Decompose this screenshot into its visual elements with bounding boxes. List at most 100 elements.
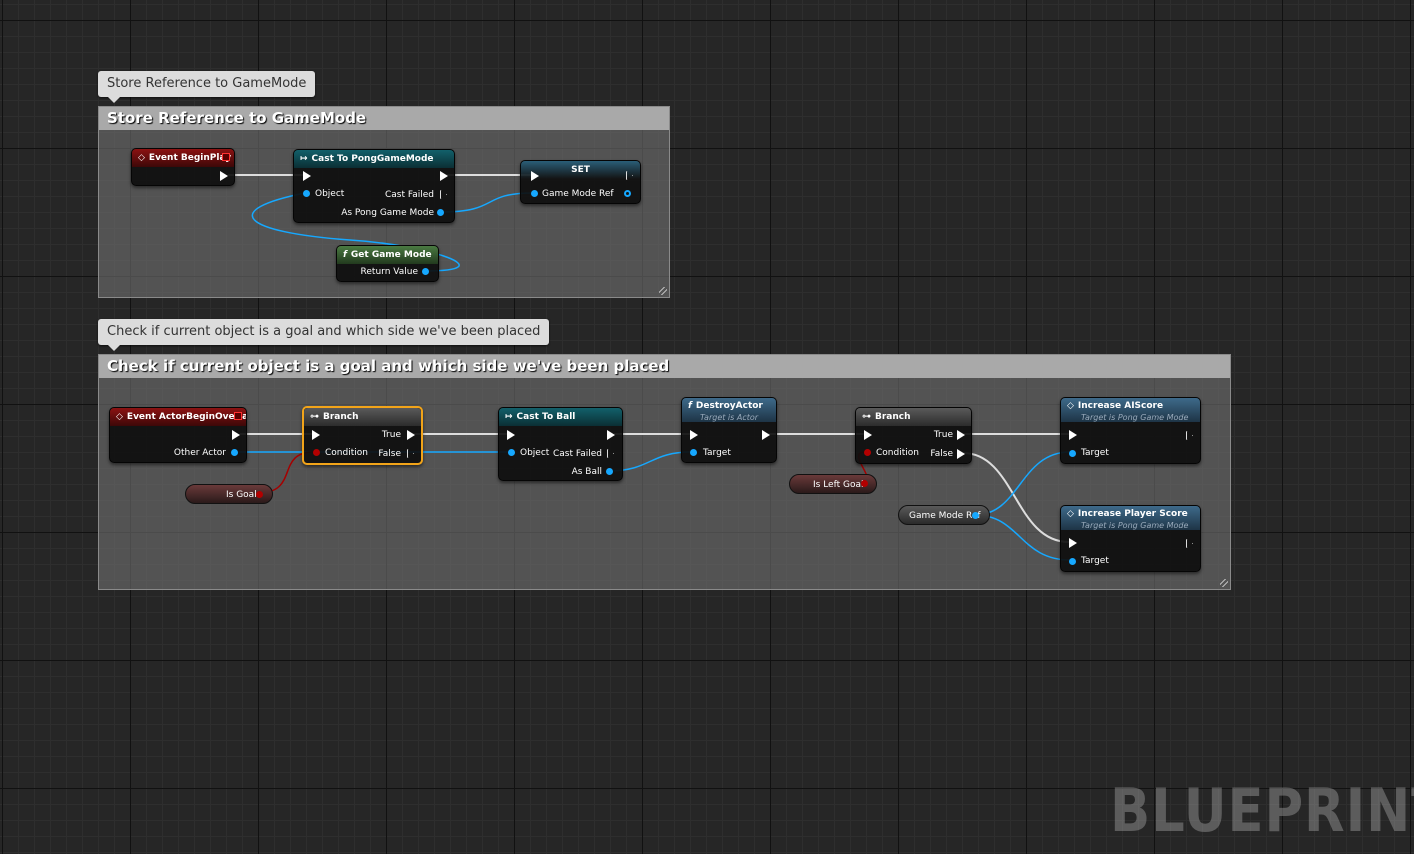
delegate-pin-icon[interactable] — [222, 153, 230, 161]
exec-in-pin[interactable] — [303, 171, 311, 181]
as-ball-out-pin[interactable] — [606, 468, 613, 475]
exec-out-pin[interactable] — [607, 430, 615, 440]
delegate-pin-icon[interactable] — [234, 412, 242, 420]
node-title: Cast To PongGameMode — [311, 154, 434, 164]
true-exec-out-pin[interactable] — [407, 430, 415, 440]
event-begin-play-node[interactable]: ◇ Event BeginPlay — [131, 148, 235, 186]
return-value-out-pin[interactable] — [422, 268, 429, 275]
node-title: Cast To Ball — [516, 412, 576, 422]
cast-icon: ↦ — [505, 412, 513, 422]
pin-label-cast-failed: Cast Failed — [553, 449, 602, 459]
pin-label-return-value: Return Value — [360, 267, 418, 277]
node-header[interactable]: ◇ Event ActorBeginOverlap — [110, 408, 246, 426]
node-title: Get Game Mode — [350, 250, 432, 260]
pin-label-as-ball: As Ball — [571, 467, 602, 477]
blueprint-watermark: BLUEPRINT — [1110, 776, 1414, 846]
node-title: DestroyActor — [695, 401, 763, 411]
node-title: Increase AIScore — [1077, 401, 1164, 411]
node-title: Increase Player Score — [1077, 509, 1188, 519]
node-header[interactable]: f DestroyActor Target is Actor — [682, 398, 776, 422]
node-header[interactable]: f Get Game Mode — [337, 246, 438, 264]
cast-to-ball-node[interactable]: ↦ Cast To Ball Object Cast Failed As Ball — [498, 407, 623, 481]
node-header[interactable]: ⊶ Branch — [856, 408, 971, 426]
cast-failed-exec-pin[interactable] — [440, 190, 447, 199]
game-mode-ref-in-pin[interactable] — [531, 190, 538, 197]
exec-in-pin[interactable] — [690, 430, 698, 440]
exec-out-pin[interactable] — [762, 430, 770, 440]
resize-grip[interactable] — [1220, 579, 1228, 587]
exec-in-pin[interactable] — [1069, 430, 1077, 440]
comment-bubble-gamemode[interactable]: Store Reference to GameMode — [98, 71, 316, 103]
set-game-mode-ref-node[interactable]: SET Game Mode Ref — [520, 160, 641, 204]
variable-label: Is Left Goal — [813, 480, 864, 490]
false-exec-out-pin[interactable] — [957, 449, 965, 459]
node-title: Event ActorBeginOverlap — [126, 412, 246, 422]
node-header[interactable]: ◇ Increase Player Score Target is Pong Ga… — [1061, 506, 1200, 530]
exec-in-pin[interactable] — [312, 430, 320, 440]
game-mode-ref-out-pin[interactable] — [972, 512, 979, 519]
resize-grip[interactable] — [659, 287, 667, 295]
target-in-pin[interactable] — [690, 449, 697, 456]
condition-in-pin[interactable] — [313, 449, 320, 456]
exec-in-pin[interactable] — [531, 171, 539, 181]
exec-out-pin[interactable] — [1186, 539, 1193, 548]
comment-bubble-goal-check[interactable]: Check if current object is a goal and wh… — [98, 319, 550, 351]
function-icon: f — [688, 401, 692, 411]
cast-failed-exec-pin[interactable] — [607, 449, 614, 458]
comment-title[interactable]: Check if current object is a goal and wh… — [99, 355, 1230, 378]
node-header[interactable]: ◇ Increase AIScore Target is Pong Game Mo… — [1061, 398, 1200, 422]
event-diamond-icon: ◇ — [138, 153, 145, 163]
event-actor-begin-overlap-node[interactable]: ◇ Event ActorBeginOverlap Other Actor — [109, 407, 247, 463]
get-game-mode-node[interactable]: f Get Game Mode Return Value — [336, 245, 439, 282]
exec-in-pin[interactable] — [864, 430, 872, 440]
pin-label-cast-failed: Cast Failed — [385, 190, 434, 200]
is-left-goal-variable[interactable]: Is Left Goal — [789, 474, 877, 494]
object-in-pin[interactable] — [303, 190, 310, 197]
true-exec-out-pin[interactable] — [957, 430, 965, 440]
pin-label-false: False — [378, 449, 401, 459]
increase-player-score-node[interactable]: ◇ Increase Player Score Target is Pong Ga… — [1060, 505, 1201, 572]
node-header[interactable]: ↦ Cast To PongGameMode — [294, 150, 454, 168]
pin-label-false: False — [930, 449, 953, 459]
node-header[interactable]: ↦ Cast To Ball — [499, 408, 622, 426]
target-in-pin[interactable] — [1069, 450, 1076, 457]
node-subtitle: Target is Actor — [700, 413, 759, 422]
node-subtitle: Target is Pong Game Mode — [1081, 521, 1189, 530]
node-header[interactable]: ◇ Event BeginPlay — [132, 149, 234, 167]
exec-out-pin[interactable] — [232, 430, 240, 440]
pin-label-other-actor: Other Actor — [173, 448, 226, 458]
exec-in-pin[interactable] — [1069, 538, 1077, 548]
false-exec-out-pin[interactable] — [407, 449, 414, 458]
pin-label-condition: Condition — [876, 448, 919, 458]
game-mode-ref-out-pin[interactable] — [624, 190, 631, 197]
exec-in-pin[interactable] — [507, 430, 515, 440]
destroy-actor-node[interactable]: f DestroyActor Target is Actor Target — [681, 397, 777, 463]
as-pong-game-mode-out-pin[interactable] — [437, 209, 444, 216]
is-goal-out-pin[interactable] — [256, 491, 263, 498]
increase-ai-score-node[interactable]: ◇ Increase AIScore Target is Pong Game Mo… — [1060, 397, 1201, 464]
other-actor-out-pin[interactable] — [231, 449, 238, 456]
comment-title[interactable]: Store Reference to GameMode — [99, 107, 669, 130]
exec-out-pin[interactable] — [220, 171, 228, 181]
is-left-goal-out-pin[interactable] — [861, 480, 868, 487]
cast-to-pong-game-mode-node[interactable]: ↦ Cast To PongGameMode Object Cast Failed… — [293, 149, 455, 223]
exec-out-pin[interactable] — [1186, 431, 1193, 440]
cast-icon: ↦ — [300, 154, 308, 164]
is-goal-variable[interactable]: Is Goal — [185, 484, 273, 504]
exec-out-pin[interactable] — [440, 171, 448, 181]
node-title: SET — [571, 165, 590, 175]
pin-label-true: True — [381, 430, 401, 440]
pin-label-true: True — [933, 430, 953, 440]
object-in-pin[interactable] — [508, 449, 515, 456]
pin-label-target: Target — [703, 448, 731, 458]
pin-label-as-pong-game-mode: As Pong Game Mode — [341, 208, 434, 218]
condition-in-pin[interactable] — [864, 449, 871, 456]
branch-node-is-goal[interactable]: ⊶ Branch True Condition False — [302, 406, 423, 465]
variable-label: Game Mode Ref — [909, 511, 981, 521]
target-in-pin[interactable] — [1069, 558, 1076, 565]
game-mode-ref-variable[interactable]: Game Mode Ref — [898, 505, 990, 525]
node-header[interactable]: ⊶ Branch — [304, 408, 421, 426]
node-title: Branch — [323, 412, 359, 422]
pin-label-target: Target — [1081, 556, 1109, 566]
branch-node-is-left-goal[interactable]: ⊶ Branch True Condition False — [855, 407, 972, 464]
